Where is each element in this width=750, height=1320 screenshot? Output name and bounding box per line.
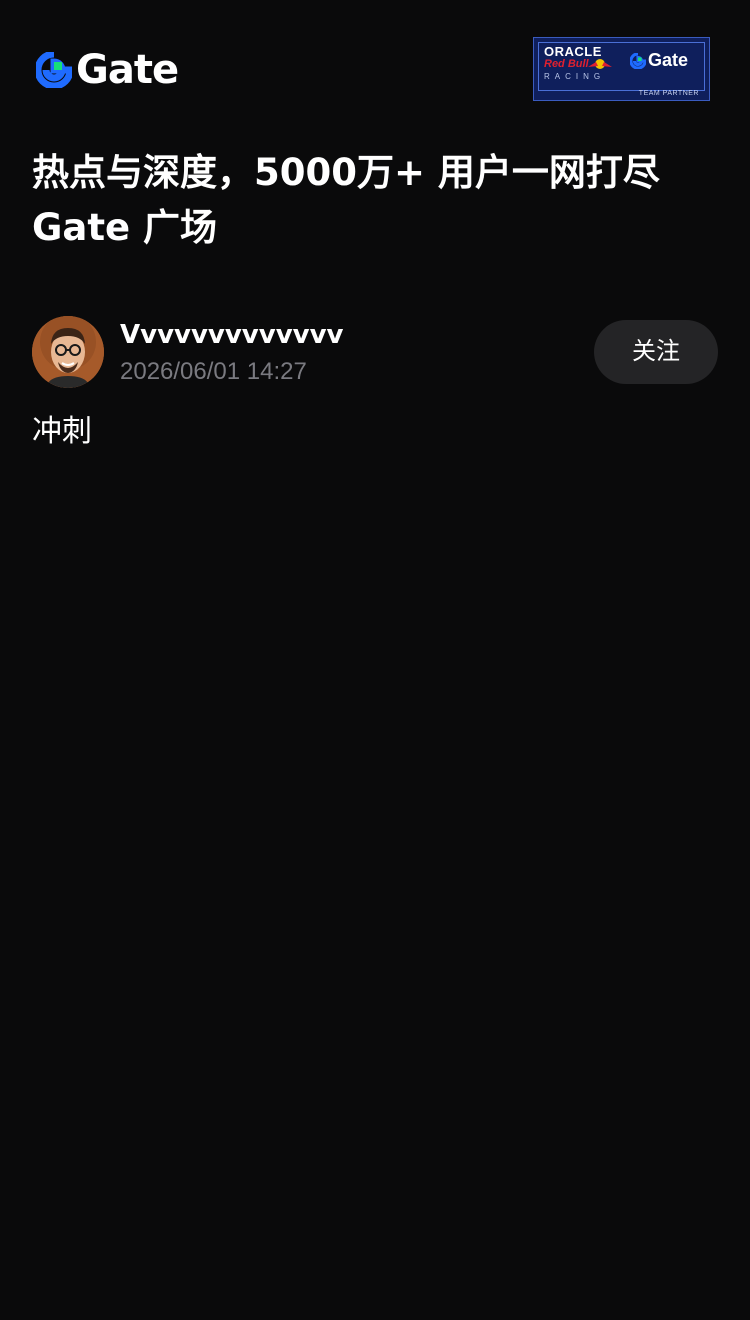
partner-gate-logo: Gate [630,50,688,71]
redbull-label: Red Bull [544,58,589,70]
post-content: 冲刺 [32,415,92,448]
avatar[interactable] [32,316,104,388]
logo-text: Gate [76,47,179,93]
follow-button[interactable]: 关注 [594,320,718,384]
page: Gate ORACLE Red Bull RACING Gate TEAM PA… [0,0,750,1320]
gate-logo-icon [36,52,72,88]
partner-gate-text: Gate [648,50,689,70]
header: Gate ORACLE Red Bull RACING Gate TEAM PA… [0,0,750,140]
team-partner-badge[interactable]: ORACLE Red Bull RACING Gate TEAM PARTNER [533,37,710,101]
redbull-bull-icon [588,59,612,69]
headline-line-2: Gate 广场 [32,206,217,249]
team-partner-label: TEAM PARTNER [638,90,699,97]
post-author-row: Vvvvvvvvvvvvv 2026/06/01 14:27 关注 [32,316,718,388]
gate-logo[interactable]: Gate [36,47,179,93]
author-name[interactable]: Vvvvvvvvvvvvv [120,318,344,352]
user-avatar-image [32,316,104,388]
gate-logo-small-icon [630,52,646,69]
page-headline: 热点与深度，5000万+ 用户一网打尽 Gate 广场 [32,145,722,255]
post-timestamp: 2026/06/01 14:27 [120,358,307,385]
headline-line-1: 热点与深度，5000万+ 用户一网打尽 [32,151,660,194]
racing-label: RACING [544,72,606,81]
